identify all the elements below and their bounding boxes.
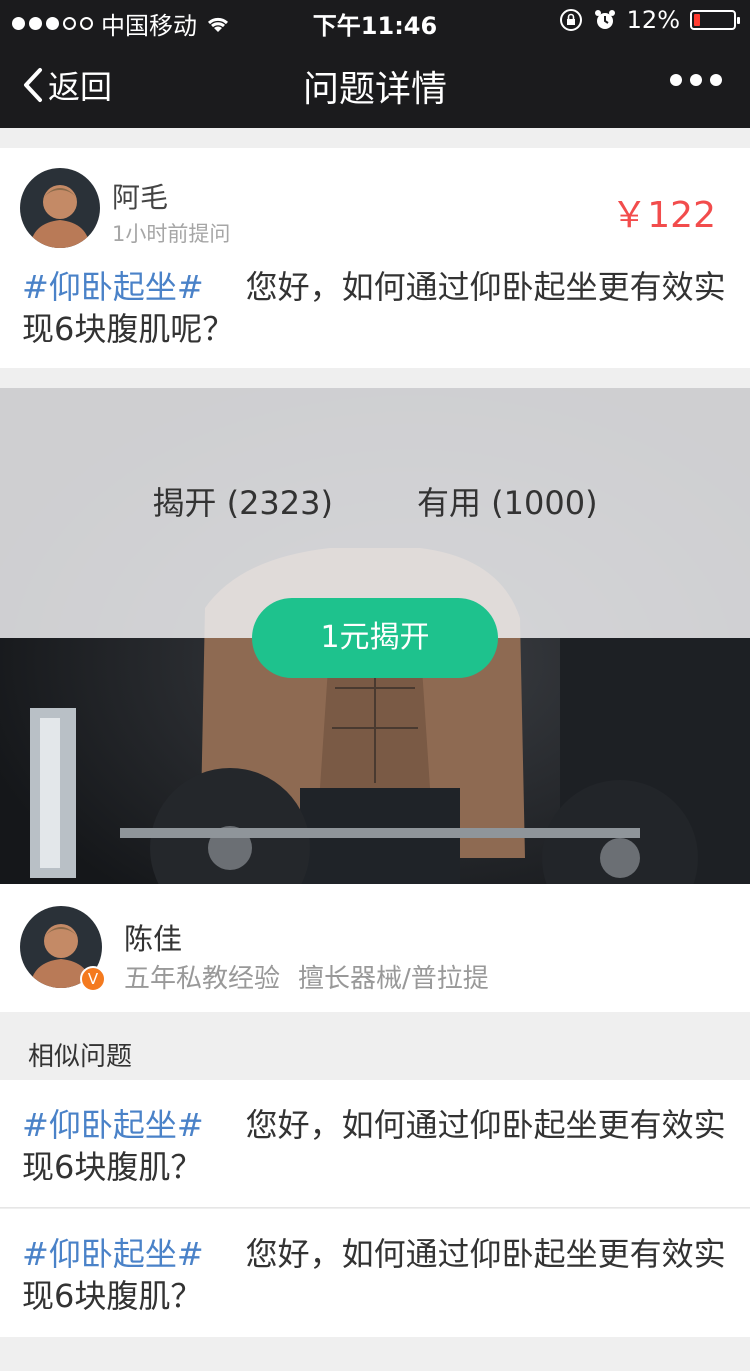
more-dot [710, 74, 722, 86]
battery-icon [690, 10, 740, 30]
more-dot [670, 74, 682, 86]
useful-count[interactable]: 有用 (1000) [417, 484, 598, 522]
reveal-count: 揭开 (2323) [152, 484, 333, 522]
answer-reveal-panel: 揭开 (2323) 有用 (1000) 1元揭开 [0, 388, 750, 884]
question-card: 阿毛 1小时前提问 ￥122 #仰卧起坐# 您好，如何通过仰卧起坐更有效实现6块腹… [0, 148, 750, 368]
page-title: 问题详情 [302, 69, 447, 110]
status-bar: 中国移动 下午11:46 12% [0, 0, 750, 40]
battery-percent: 12% [626, 6, 680, 34]
coach-description: 五年私教经验 擅长器械/普拉提 [124, 958, 489, 995]
coach-experience: 五年私教经验 [124, 964, 281, 994]
more-dot [690, 74, 702, 86]
question-text: #仰卧起坐# 您好，如何通过仰卧起坐更有效实现6块腹肌？ [22, 1233, 728, 1317]
reward-price: ￥122 [611, 195, 716, 236]
similar-question-item[interactable]: #仰卧起坐# 您好，如何通过仰卧起坐更有效实现6块腹肌？ [0, 1080, 750, 1208]
question-text: #仰卧起坐# 您好，如何通过仰卧起坐更有效实现6块腹肌呢？ [22, 266, 728, 350]
verified-badge: V [80, 966, 106, 992]
rotation-lock-icon [559, 9, 582, 31]
answer-stats: 揭开 (2323) 有用 (1000) [0, 478, 750, 524]
coach-name: 陈佳 [124, 922, 183, 956]
similar-questions-header: 相似问题 [0, 1012, 750, 1080]
coach-specialty: 擅长器械/普拉提 [298, 964, 489, 994]
topic-tag[interactable]: #仰卧起坐# [22, 1106, 204, 1144]
unlock-button[interactable]: 1元揭开 [252, 598, 498, 678]
topic-tag[interactable]: #仰卧起坐# [22, 268, 204, 306]
section-title: 相似问题 [28, 1042, 133, 1072]
asker-name: 阿毛 [112, 181, 169, 214]
question-text: #仰卧起坐# 您好，如何通过仰卧起坐更有效实现6块腹肌？ [22, 1104, 728, 1188]
coach-profile[interactable]: V 陈佳 五年私教经验 擅长器械/普拉提 [0, 884, 750, 1012]
nav-bar: 返回 问题详情 [0, 40, 750, 128]
similar-question-item[interactable]: #仰卧起坐# 您好，如何通过仰卧起坐更有效实现6块腹肌？ [0, 1209, 750, 1337]
topic-tag[interactable]: #仰卧起坐# [22, 1235, 204, 1273]
more-menu-button[interactable] [670, 74, 722, 86]
alarm-icon [594, 10, 615, 29]
asked-time: 1小时前提问 [112, 222, 231, 246]
avatar[interactable] [20, 168, 100, 248]
